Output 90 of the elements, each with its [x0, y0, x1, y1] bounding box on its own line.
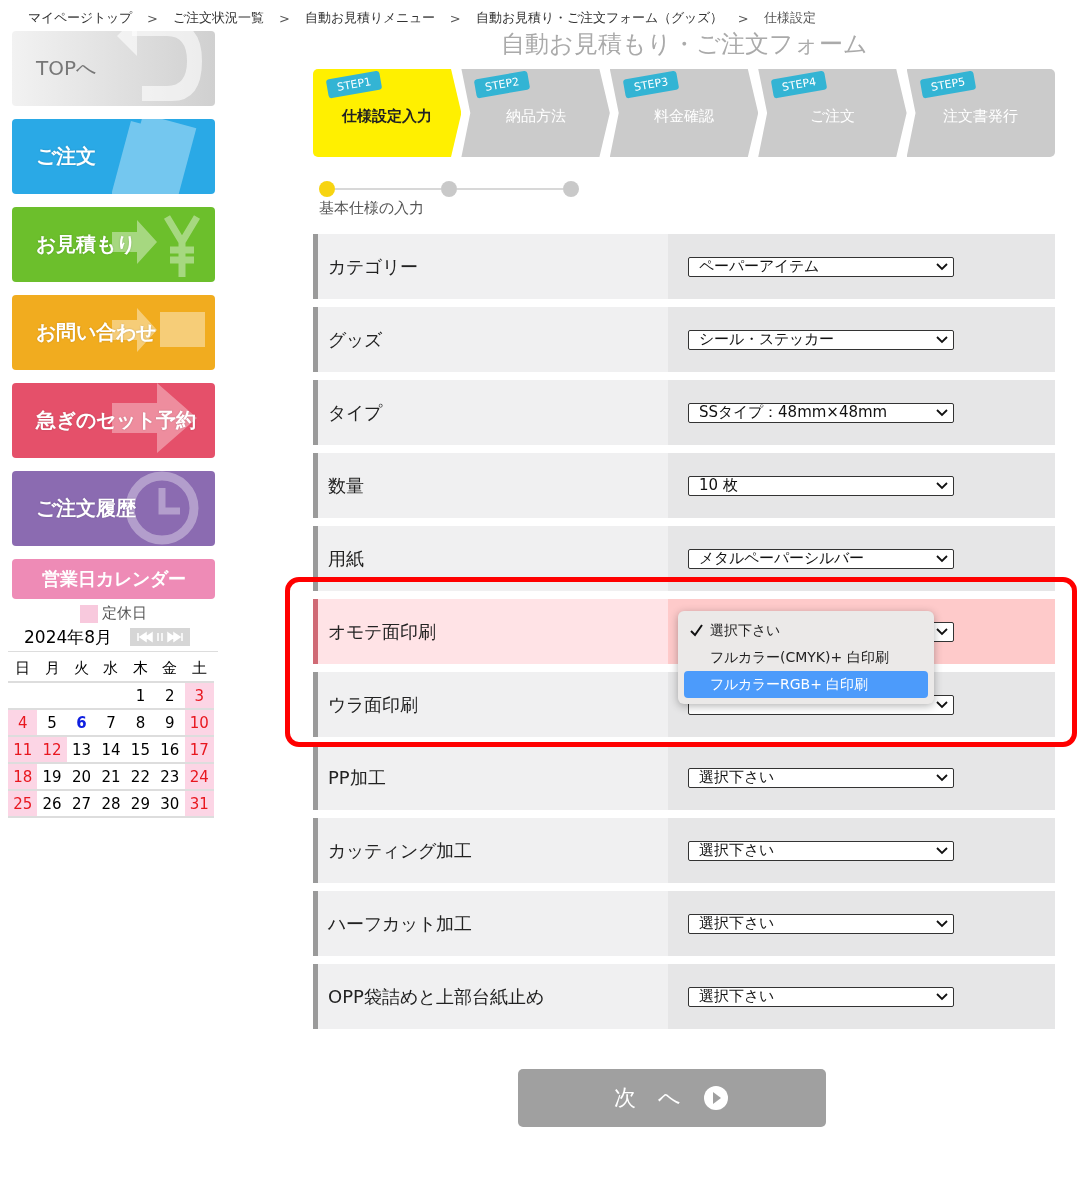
step-tab[interactable]: 仕様設定入力 STEP1	[313, 69, 462, 157]
field-label: カッティング加工	[327, 838, 473, 863]
breadcrumb-link[interactable]: 自動お見積りメニュー	[304, 9, 435, 27]
nav-button[interactable]: TOPへ	[12, 31, 215, 106]
field-label: OPP袋詰めと上部台紙止め	[327, 984, 545, 1009]
calendar-day: 13	[66, 736, 97, 763]
weekday-label: 水	[96, 656, 126, 682]
select-field[interactable]: 選択下さい	[688, 913, 954, 934]
select-field[interactable]: ペーパーアイテム	[688, 256, 954, 277]
select-field[interactable]: SSタイプ：48mm×48mm	[688, 402, 954, 423]
page-title: 自動お見積もり・ご注文フォーム	[499, 29, 869, 60]
field-label: ハーフカット加工	[327, 911, 473, 936]
calendar-day: 8	[125, 709, 156, 736]
play-icon	[703, 1085, 729, 1111]
calendar-day: 3	[184, 682, 214, 709]
calendar-day: 14	[96, 736, 126, 763]
calendar-day: 1	[125, 682, 156, 709]
field-label: オモテ面印刷	[327, 619, 437, 644]
chevron-down-icon	[935, 480, 949, 491]
field-label: 数量	[327, 473, 365, 498]
nav-button[interactable]: ご注文履歴	[12, 471, 215, 546]
calendar-day: 15	[125, 736, 156, 763]
weekday-label: 木	[125, 656, 156, 682]
select-field[interactable]: シール・ステッカー	[688, 329, 954, 350]
breadcrumb-separator: >	[147, 10, 158, 26]
field-label: グッズ	[327, 327, 383, 352]
calendar-day: 19	[37, 763, 67, 790]
chevron-down-icon	[935, 334, 949, 345]
select-field[interactable]: 選択下さい	[688, 986, 954, 1007]
chevron-down-icon	[935, 845, 949, 856]
chevron-down-icon	[935, 626, 949, 637]
chevron-down-icon	[935, 772, 949, 783]
chevron-down-icon	[935, 407, 949, 418]
chevron-down-icon	[935, 991, 949, 1002]
legend-label: 定休日	[101, 604, 147, 623]
chevron-down-icon	[935, 553, 949, 564]
step-tag: STEP3	[622, 70, 680, 99]
calendar-day: 21	[96, 763, 126, 790]
select-field[interactable]: 選択下さい	[688, 840, 954, 861]
calendar-day: 28	[96, 790, 126, 817]
calendar-day: 27	[66, 790, 97, 817]
step-tag: STEP2	[474, 70, 531, 99]
calendar-day: 31	[184, 790, 214, 817]
field-label: 用紙	[327, 546, 365, 571]
field-label: PP加工	[327, 765, 387, 790]
holiday-swatch	[79, 604, 98, 623]
field-label: ウラ面印刷	[327, 692, 419, 717]
calendar-day: 25	[8, 790, 38, 817]
breadcrumb-current: 仕様設定	[763, 9, 816, 27]
calendar-day: 18	[8, 763, 38, 790]
field-label: カテゴリー	[327, 254, 419, 279]
calendar-day: 26	[37, 790, 67, 817]
breadcrumb-separator: >	[737, 10, 749, 26]
breadcrumb-link[interactable]: マイページトップ	[28, 9, 132, 27]
calendar-day: 20	[66, 763, 97, 790]
field-label: タイプ	[327, 400, 384, 425]
select-field[interactable]: 10 枚	[688, 475, 954, 496]
nav-button[interactable]: 急ぎのセット予約	[12, 383, 215, 458]
menu-option[interactable]: 選択下さい	[684, 617, 928, 644]
chevron-down-icon	[935, 261, 949, 272]
calendar-day: 10	[184, 709, 214, 736]
weekday-label: 金	[155, 656, 185, 682]
month-label: 2024年8月	[24, 625, 113, 649]
breadcrumb-link[interactable]: ご注文状況一覧	[172, 9, 264, 27]
menu-option[interactable]: フルカラー(CMYK)+ 白印刷	[684, 644, 928, 671]
step-tag: STEP4	[771, 70, 828, 99]
calendar-day: 6	[66, 709, 97, 736]
breadcrumb-separator: >	[449, 10, 461, 26]
select-field[interactable]: メタルペーパーシルバー	[688, 548, 954, 569]
breadcrumb-link[interactable]: 自動お見積り・ご注文フォーム（グッズ）	[475, 9, 723, 27]
calendar-day: 29	[125, 790, 156, 817]
calendar-day: 7	[96, 709, 126, 736]
calendar-day: 4	[8, 709, 38, 736]
chevron-down-icon	[935, 699, 949, 710]
check-icon	[690, 624, 703, 637]
calendar-day: 17	[184, 736, 214, 763]
weekday-label: 火	[66, 656, 97, 682]
step-tag: STEP5	[919, 70, 977, 99]
weekday-label: 月	[37, 656, 67, 682]
progress-label: 基本仕様の入力	[319, 199, 425, 218]
chevron-down-icon	[935, 918, 949, 929]
calendar-day: 22	[125, 763, 156, 790]
calendar-day: 12	[37, 736, 67, 763]
select-field[interactable]: 選択下さい	[688, 767, 954, 788]
step-tag: STEP1	[325, 70, 383, 99]
calendar-day: 11	[8, 736, 38, 763]
weekday-label: 日	[8, 656, 38, 682]
calendar-title: 営業日カレンダー	[12, 559, 215, 599]
breadcrumb-separator: >	[278, 10, 290, 26]
calendar-day: 24	[184, 763, 214, 790]
